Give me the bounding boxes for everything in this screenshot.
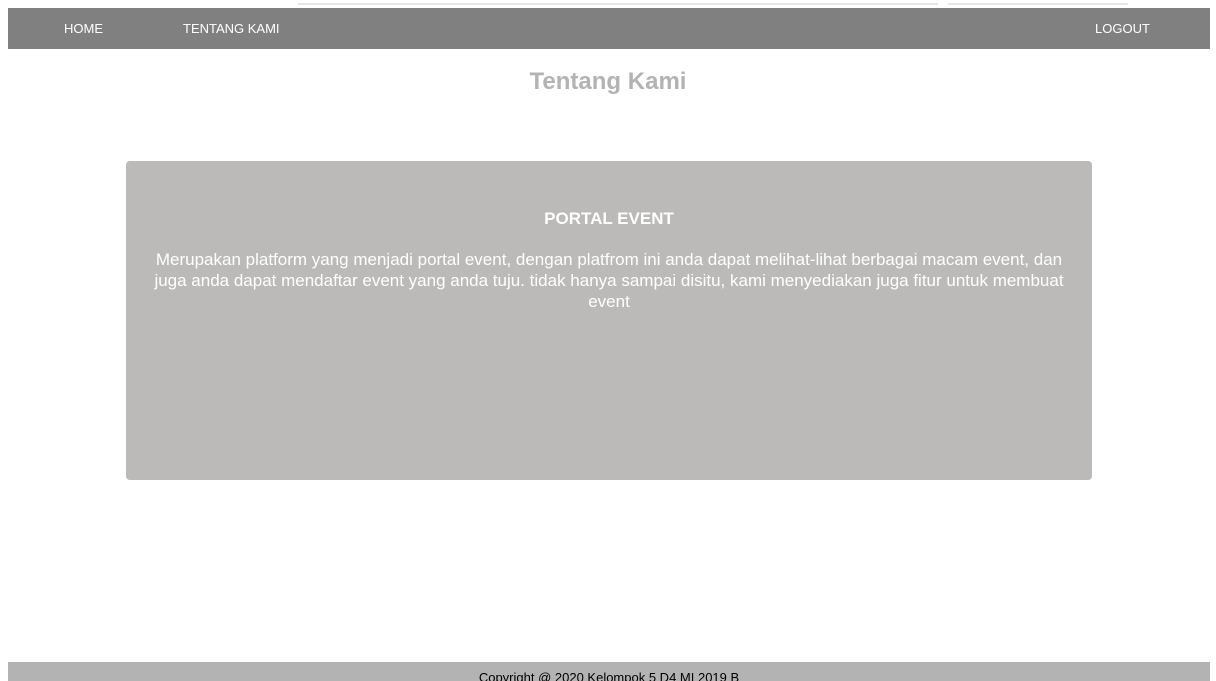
nav-logout-link[interactable]: LOGOUT xyxy=(1095,8,1150,49)
about-card: PORTAL EVENT Merupakan platform yang men… xyxy=(126,161,1092,480)
main-navbar: HOME TENTANG KAMI LOGOUT xyxy=(8,8,1210,49)
card-title: PORTAL EVENT xyxy=(544,209,674,228)
nav-home-link[interactable]: HOME xyxy=(64,8,103,49)
nav-about-link[interactable]: TENTANG KAMI xyxy=(183,8,280,49)
page-title: Tentang Kami xyxy=(529,68,687,95)
card-description: Merupakan platform yang menjadi portal e… xyxy=(154,250,1064,311)
footer-copyright: Copyright @ 2020 Kelompok 5 D4 MI 2019 B xyxy=(478,670,740,681)
top-edge-segment xyxy=(298,3,938,5)
page-footer: Copyright @ 2020 Kelompok 5 D4 MI 2019 B xyxy=(8,662,1210,681)
top-edge-segment xyxy=(948,3,1128,5)
